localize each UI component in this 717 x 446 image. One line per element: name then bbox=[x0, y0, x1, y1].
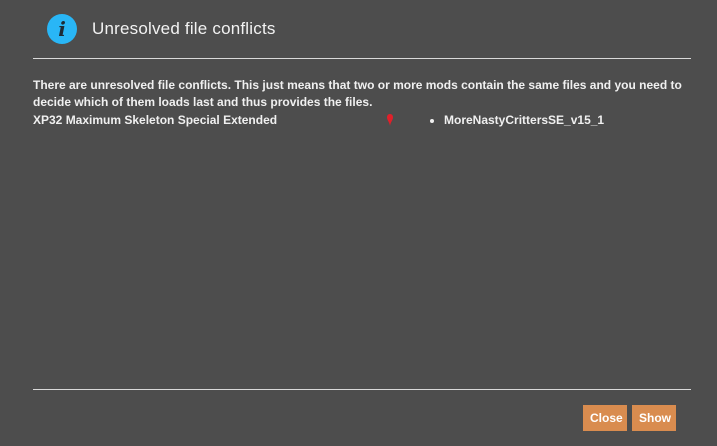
file-conflicts-dialog: i Unresolved file conflicts There are un… bbox=[0, 0, 717, 446]
dialog-header: i Unresolved file conflicts bbox=[0, 0, 717, 58]
close-button[interactable]: Close bbox=[583, 405, 627, 431]
conflicting-with-list: MoreNastyCrittersSE_v15_1 bbox=[430, 112, 604, 129]
footer-buttons: Close Show bbox=[583, 405, 676, 431]
dialog-title: Unresolved file conflicts bbox=[92, 19, 276, 38]
info-icon: i bbox=[47, 14, 77, 44]
conflict-description: There are unresolved file conflicts. Thi… bbox=[33, 78, 682, 109]
header-divider bbox=[33, 58, 691, 59]
show-button[interactable]: Show bbox=[632, 405, 676, 431]
footer-divider bbox=[33, 389, 691, 390]
dialog-content: There are unresolved file conflicts. Thi… bbox=[33, 77, 683, 127]
list-item: MoreNastyCrittersSE_v15_1 bbox=[430, 112, 604, 129]
conflict-marker-icon[interactable] bbox=[387, 114, 393, 126]
conflict-row: XP32 Maximum Skeleton Special Extended M… bbox=[33, 112, 683, 129]
conflicting-mod-name: XP32 Maximum Skeleton Special Extended bbox=[33, 113, 278, 127]
